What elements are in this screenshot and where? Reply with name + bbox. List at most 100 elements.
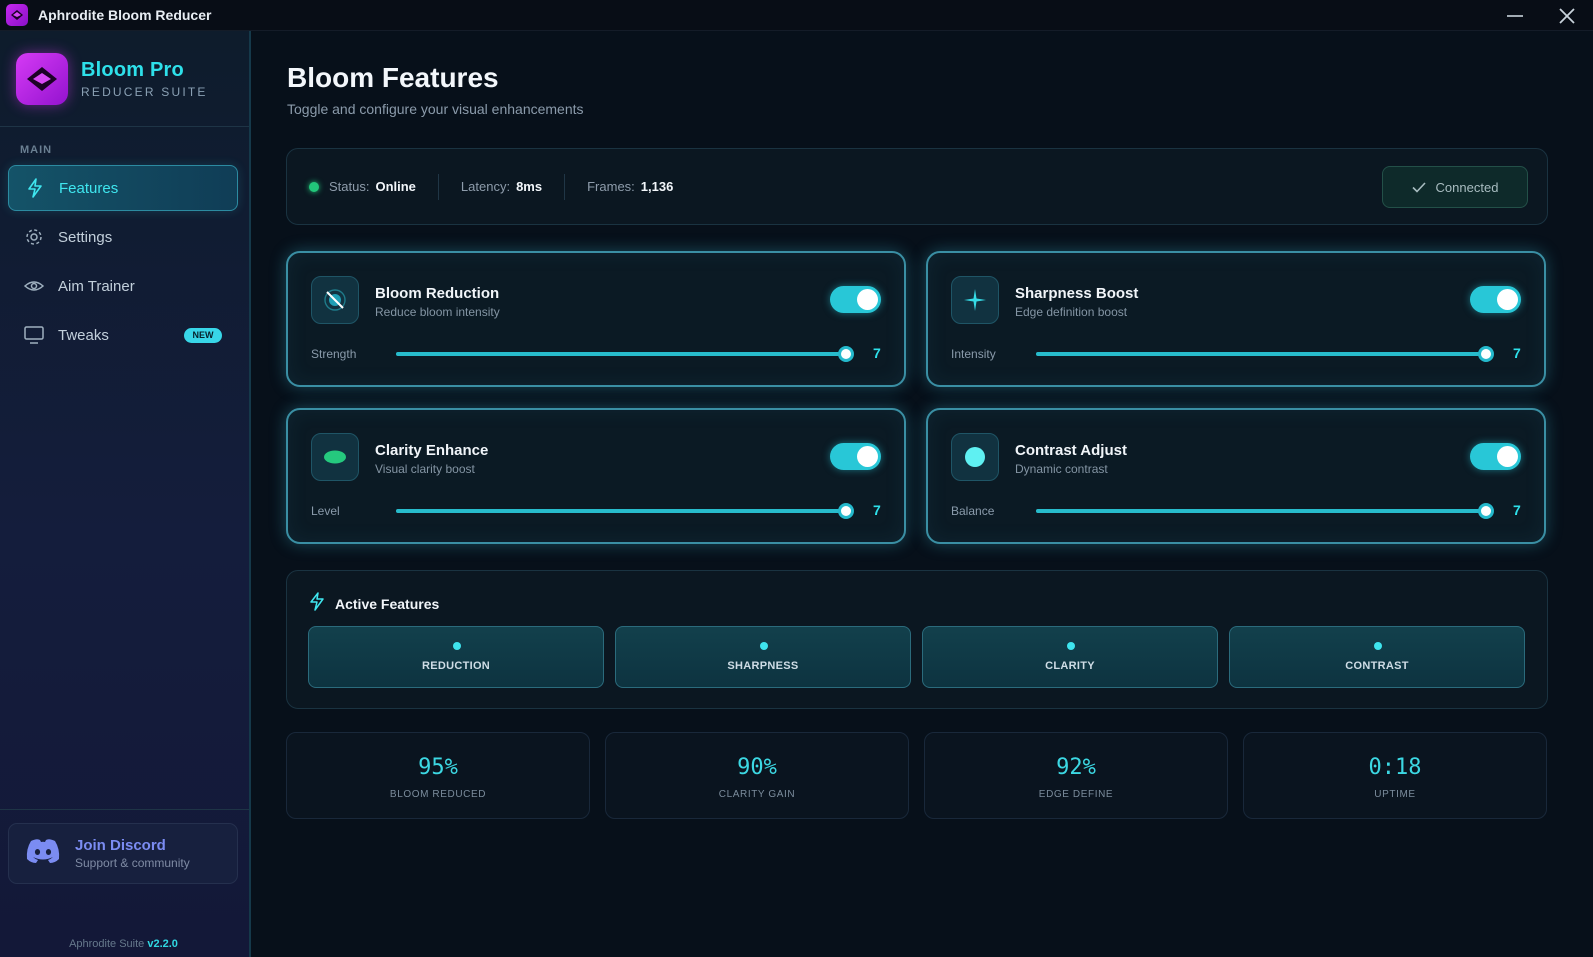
main-content: Bloom Features Toggle and configure your…: [251, 31, 1593, 957]
sharpness-boost-toggle[interactable]: [1470, 286, 1521, 313]
check-icon: [1411, 181, 1426, 193]
latency-value: 8ms: [516, 179, 543, 194]
clarity-enhance-toggle[interactable]: [830, 443, 881, 470]
sidebar-divider: [0, 126, 249, 127]
app-logo-icon: [6, 4, 28, 26]
stat-label: BLOOM REDUCED: [389, 789, 487, 800]
slider-fill: [1036, 509, 1486, 513]
chip-dot: [1067, 642, 1075, 650]
card-subtitle: Visual clarity boost: [375, 462, 475, 476]
stat-value: 95%: [418, 755, 458, 780]
lightning-icon: [309, 592, 325, 616]
contrast-adjust-toggle[interactable]: [1470, 443, 1521, 470]
sidebar-item-label: Features: [59, 179, 119, 197]
discord-title: Join Discord: [75, 837, 166, 854]
toggle-knob: [857, 289, 878, 310]
stat-edge-define: 92% EDGE DEFINE: [924, 732, 1228, 819]
toggle-knob: [857, 446, 878, 467]
frames-label: Frames:: [587, 179, 635, 194]
sparkle-icon: [951, 276, 999, 324]
slider-thumb[interactable]: [838, 346, 854, 362]
brand-logo-icon: [16, 53, 68, 105]
active-features-title: Active Features: [335, 596, 440, 612]
chip-dot: [760, 642, 768, 650]
active-chip-reduction[interactable]: REDUCTION: [308, 626, 604, 688]
status-bar: Status: Online Latency: 8ms Frames: 1,13…: [286, 148, 1548, 225]
page-title: Bloom Features: [287, 62, 499, 93]
level-slider[interactable]: [396, 503, 854, 519]
stat-clarity-gain: 90% CLARITY GAIN: [605, 732, 909, 819]
brand-subtitle: REDUCER SUITE: [81, 85, 208, 99]
chip-dot: [1374, 642, 1382, 650]
feature-card-bloom-reduction: Bloom Reduction Reduce bloom intensity S…: [286, 251, 906, 387]
section-label-main: MAIN: [20, 144, 53, 156]
close-icon: [1559, 7, 1575, 24]
status-separator: [437, 173, 439, 200]
sidebar-item-aim-trainer[interactable]: Aim Trainer: [8, 263, 238, 309]
slider-fill: [396, 509, 846, 513]
new-badge: NEW: [184, 328, 222, 343]
app-window: Aphrodite Bloom Reducer Bloom Pro REDUCE…: [0, 0, 1593, 957]
active-chip-sharpness[interactable]: SHARPNESS: [615, 626, 911, 688]
card-subtitle: Reduce bloom intensity: [375, 305, 500, 319]
status-value: Online: [375, 179, 416, 194]
join-discord-button[interactable]: Join Discord Support & community: [8, 823, 238, 884]
bloom-reduction-toggle[interactable]: [830, 286, 881, 313]
feature-card-clarity-enhance: Clarity Enhance Visual clarity boost Lev…: [286, 408, 906, 544]
active-chip-contrast[interactable]: CONTRAST: [1229, 626, 1525, 688]
intensity-slider[interactable]: [1036, 346, 1494, 362]
status-separator: [564, 173, 566, 200]
chip-label: CONTRAST: [1345, 660, 1409, 672]
chip-label: CLARITY: [1045, 660, 1095, 672]
page-subtitle: Toggle and configure your visual enhance…: [287, 101, 584, 117]
sidebar-divider: [0, 809, 249, 810]
card-title: Sharpness Boost: [1015, 285, 1139, 302]
sidebar-item-features[interactable]: Features: [8, 165, 238, 211]
card-title: Bloom Reduction: [375, 285, 500, 302]
contrast-circle-icon: [951, 433, 999, 481]
chip-dot: [453, 642, 461, 650]
sidebar-item-tweaks[interactable]: Tweaks NEW: [8, 312, 238, 358]
minimize-button[interactable]: [1492, 0, 1538, 31]
feature-card-contrast-adjust: Contrast Adjust Dynamic contrast Balance…: [926, 408, 1546, 544]
slider-label: Intensity: [951, 347, 996, 361]
card-subtitle: Dynamic contrast: [1015, 462, 1108, 476]
sidebar-item-settings[interactable]: Settings: [8, 214, 238, 260]
slider-value: 7: [1513, 345, 1521, 361]
frames-value: 1,136: [640, 179, 674, 194]
active-chip-clarity[interactable]: CLARITY: [922, 626, 1218, 688]
card-subtitle: Edge definition boost: [1015, 305, 1128, 319]
slider-fill: [1036, 352, 1486, 356]
connected-button[interactable]: Connected: [1382, 166, 1528, 208]
slider-value: 7: [873, 345, 881, 361]
clarity-oval-icon: [311, 433, 359, 481]
brand: Bloom Pro REDUCER SUITE: [16, 53, 208, 105]
monitor-icon: [24, 325, 44, 345]
title-bar: Aphrodite Bloom Reducer: [0, 0, 1593, 31]
slider-value: 7: [873, 502, 881, 518]
close-button[interactable]: [1544, 0, 1590, 31]
stat-value: 92%: [1056, 755, 1096, 780]
slider-thumb[interactable]: [1478, 346, 1494, 362]
slider-fill: [396, 352, 846, 356]
strength-slider[interactable]: [396, 346, 854, 362]
toggle-knob: [1497, 446, 1518, 467]
balance-slider[interactable]: [1036, 503, 1494, 519]
sidebar: Bloom Pro REDUCER SUITE MAIN Features Se…: [0, 31, 251, 957]
stat-bloom-reduced: 95% BLOOM REDUCED: [286, 732, 590, 819]
connected-label: Connected: [1435, 179, 1499, 195]
status-label: Status:: [329, 179, 370, 194]
feature-card-sharpness-boost: Sharpness Boost Edge definition boost In…: [926, 251, 1546, 387]
stat-value: 90%: [737, 755, 777, 780]
brand-name: Bloom Pro: [81, 59, 184, 81]
sidebar-item-label: Aim Trainer: [58, 277, 135, 295]
chip-label: SHARPNESS: [727, 660, 799, 672]
slider-label: Level: [311, 504, 340, 518]
stat-uptime: 0:18 UPTIME: [1243, 732, 1547, 819]
card-title: Clarity Enhance: [375, 442, 489, 459]
slider-thumb[interactable]: [1478, 503, 1494, 519]
slider-thumb[interactable]: [838, 503, 854, 519]
bloom-off-icon: [311, 276, 359, 324]
version-prefix: Aphrodite Suite: [69, 938, 145, 950]
chip-label: REDUCTION: [421, 660, 491, 672]
